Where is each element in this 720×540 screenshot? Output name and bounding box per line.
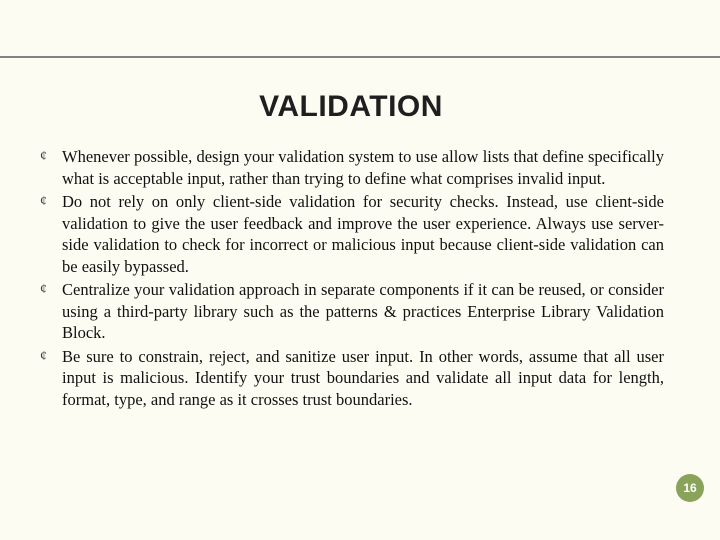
bullet-icon: ¢	[38, 146, 62, 168]
slide: VALIDATION ¢ Whenever possible, design y…	[0, 0, 720, 540]
list-item-text: Do not rely on only client-side validati…	[62, 191, 664, 277]
bullet-list: ¢ Whenever possible, design your validat…	[38, 146, 664, 410]
list-item: ¢ Whenever possible, design your validat…	[38, 146, 664, 189]
list-item: ¢ Do not rely on only client-side valida…	[38, 191, 664, 277]
bullet-icon: ¢	[38, 346, 62, 368]
slide-title: VALIDATION	[38, 90, 664, 124]
top-border-line	[0, 56, 720, 58]
page-number-badge: 16	[676, 474, 704, 502]
list-item-text: Be sure to constrain, reject, and saniti…	[62, 346, 664, 411]
bullet-icon: ¢	[38, 191, 62, 213]
list-item: ¢ Be sure to constrain, reject, and sani…	[38, 346, 664, 411]
list-item-text: Centralize your validation approach in s…	[62, 279, 664, 344]
list-item-text: Whenever possible, design your validatio…	[62, 146, 664, 189]
bullet-icon: ¢	[38, 279, 62, 301]
list-item: ¢ Centralize your validation approach in…	[38, 279, 664, 344]
